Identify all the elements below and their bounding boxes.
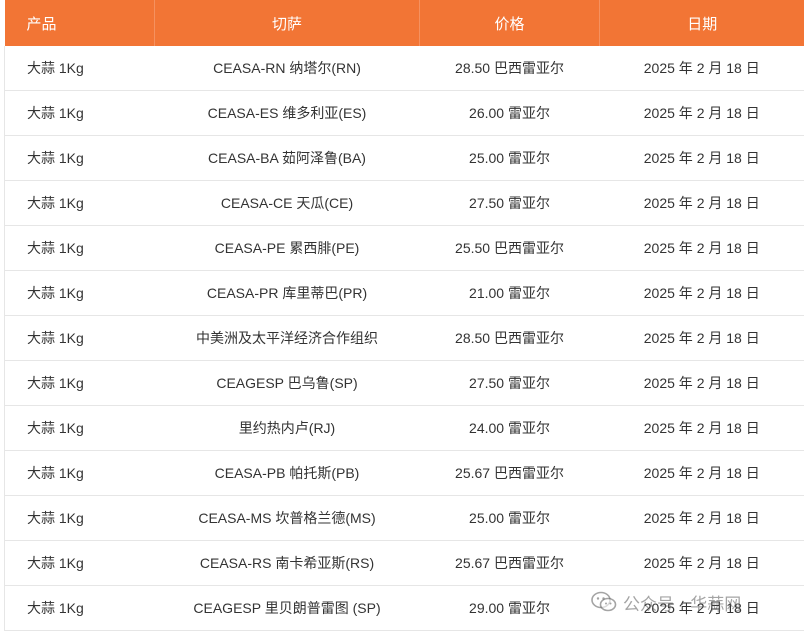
- table-row: 大蒜 1Kg CEASA-MS 坎普格兰德(MS) 25.00 雷亚尔 2025 年 …: [4, 495, 804, 541]
- product-cell: 大蒜 1Kg: [4, 360, 155, 406]
- product-cell: 大蒜 1Kg: [4, 270, 155, 316]
- market-cell: CEASA-ES 维多利亚(ES): [154, 90, 420, 136]
- date-cell: 2025 年 2 月 18 日: [599, 46, 804, 91]
- date-cell: 2025 年 2 月 18 日: [599, 405, 804, 451]
- column-header-price: 价格: [419, 0, 600, 46]
- product-cell: 大蒜 1Kg: [4, 46, 155, 91]
- price-cell: 25.00 雷亚尔: [419, 495, 600, 541]
- date-cell: 2025 年 2 月 18 日: [599, 225, 804, 271]
- price-cell: 29.00 雷亚尔: [419, 585, 600, 631]
- header-row: 产品 切萨 价格 日期: [4, 0, 804, 46]
- table-row: 大蒜 1Kg CEASA-PB 帕托斯(PB) 25.67 巴西雷亚尔 2025 年 …: [4, 450, 804, 496]
- date-cell: 2025 年 2 月 18 日: [599, 90, 804, 136]
- table-row: 大蒜 1Kg CEASA-RN 纳塔尔(RN) 28.50 巴西雷亚尔 2025 年 …: [4, 46, 804, 91]
- product-cell: 大蒜 1Kg: [4, 90, 155, 136]
- price-cell: 24.00 雷亚尔: [419, 405, 600, 451]
- table-row: 大蒜 1Kg CEASA-PR 库里蒂巴(PR) 21.00 雷亚尔 2025 年 2…: [4, 270, 804, 316]
- price-table-container: 产品 切萨 价格 日期 大蒜 1Kg CEASA-RN 纳塔尔(RN) 28.50 …: [4, 0, 804, 632]
- table-row: 大蒜 1Kg CEASA-CE 天瓜(CE) 27.50 雷亚尔 2025 年 2 月…: [4, 180, 804, 226]
- product-cell: 大蒜 1Kg: [4, 540, 155, 586]
- date-cell: 2025 年 2 月 18 日: [599, 540, 804, 586]
- date-cell: 2025 年 2 月 18 日: [599, 315, 804, 361]
- price-cell: 25.67 巴西雷亚尔: [419, 540, 600, 586]
- market-cell: CEASA-BA 茹阿泽鲁(BA): [154, 135, 420, 181]
- table-row: 大蒜 1Kg CEASA-RS 南卡希亚斯(RS) 25.67 巴西雷亚尔 2025 …: [4, 540, 804, 586]
- table-row: 大蒜 1Kg CEAGESP 里贝朗普雷图 (SP) 29.00 雷亚尔 2025 年…: [4, 585, 804, 631]
- market-cell: CEASA-RN 纳塔尔(RN): [154, 46, 420, 91]
- price-cell: 27.50 雷亚尔: [419, 360, 600, 406]
- date-cell: 2025 年 2 月 18 日: [599, 135, 804, 181]
- product-cell: 大蒜 1Kg: [4, 450, 155, 496]
- column-header-date: 日期: [599, 0, 804, 46]
- price-cell: 27.50 雷亚尔: [419, 180, 600, 226]
- product-cell: 大蒜 1Kg: [4, 405, 155, 451]
- product-cell: 大蒜 1Kg: [4, 495, 155, 541]
- price-cell: 28.50 巴西雷亚尔: [419, 46, 600, 91]
- product-cell: 大蒜 1Kg: [4, 315, 155, 361]
- table-row: 大蒜 1Kg CEASA-PE 累西腓(PE) 25.50 巴西雷亚尔 2025 年 …: [4, 225, 804, 271]
- price-cell: 21.00 雷亚尔: [419, 270, 600, 316]
- product-cell: 大蒜 1Kg: [4, 225, 155, 271]
- date-cell: 2025 年 2 月 18 日: [599, 360, 804, 406]
- table-row: 大蒜 1Kg 中美洲及太平洋经济合作组织 28.50 巴西雷亚尔 2025 年 2 月…: [4, 315, 804, 361]
- table-row: 大蒜 1Kg CEASA-ES 维多利亚(ES) 26.00 雷亚尔 2025 年 2…: [4, 90, 804, 136]
- column-header-product: 产品: [4, 0, 155, 46]
- market-cell: CEASA-PE 累西腓(PE): [154, 225, 420, 271]
- column-header-market: 切萨: [154, 0, 420, 46]
- price-cell: 28.50 巴西雷亚尔: [419, 315, 600, 361]
- table-row: 大蒜 1Kg 里约热内卢(RJ) 24.00 雷亚尔 2025 年 2 月 18 日: [4, 405, 804, 451]
- market-cell: CEASA-CE 天瓜(CE): [154, 180, 420, 226]
- market-cell: CEAGESP 里贝朗普雷图 (SP): [154, 585, 420, 631]
- price-cell: 26.00 雷亚尔: [419, 90, 600, 136]
- table-row: 大蒜 1Kg CEAGESP 巴乌鲁(SP) 27.50 雷亚尔 2025 年 2 月…: [4, 360, 804, 406]
- table-row: 大蒜 1Kg CEASA-BA 茹阿泽鲁(BA) 25.00 雷亚尔 2025 年 2…: [4, 135, 804, 181]
- table-header: 产品 切萨 价格 日期: [4, 0, 804, 46]
- price-table: 产品 切萨 价格 日期 大蒜 1Kg CEASA-RN 纳塔尔(RN) 28.50 …: [4, 0, 804, 631]
- market-cell: CEASA-PR 库里蒂巴(PR): [154, 270, 420, 316]
- price-cell: 25.00 雷亚尔: [419, 135, 600, 181]
- market-cell: CEASA-MS 坎普格兰德(MS): [154, 495, 420, 541]
- market-cell: 里约热内卢(RJ): [154, 405, 420, 451]
- date-cell: 2025 年 2 月 18 日: [599, 450, 804, 496]
- market-cell: CEAGESP 巴乌鲁(SP): [154, 360, 420, 406]
- product-cell: 大蒜 1Kg: [4, 135, 155, 181]
- price-cell: 25.67 巴西雷亚尔: [419, 450, 600, 496]
- date-cell: 2025 年 2 月 18 日: [599, 270, 804, 316]
- date-cell: 2025 年 2 月 18 日: [599, 585, 804, 631]
- date-cell: 2025 年 2 月 18 日: [599, 180, 804, 226]
- product-cell: 大蒜 1Kg: [4, 180, 155, 226]
- table-body: 大蒜 1Kg CEASA-RN 纳塔尔(RN) 28.50 巴西雷亚尔 2025 年 …: [4, 46, 804, 631]
- market-cell: CEASA-PB 帕托斯(PB): [154, 450, 420, 496]
- price-cell: 25.50 巴西雷亚尔: [419, 225, 600, 271]
- product-cell: 大蒜 1Kg: [4, 585, 155, 631]
- date-cell: 2025 年 2 月 18 日: [599, 495, 804, 541]
- market-cell: 中美洲及太平洋经济合作组织: [154, 315, 420, 361]
- market-cell: CEASA-RS 南卡希亚斯(RS): [154, 540, 420, 586]
